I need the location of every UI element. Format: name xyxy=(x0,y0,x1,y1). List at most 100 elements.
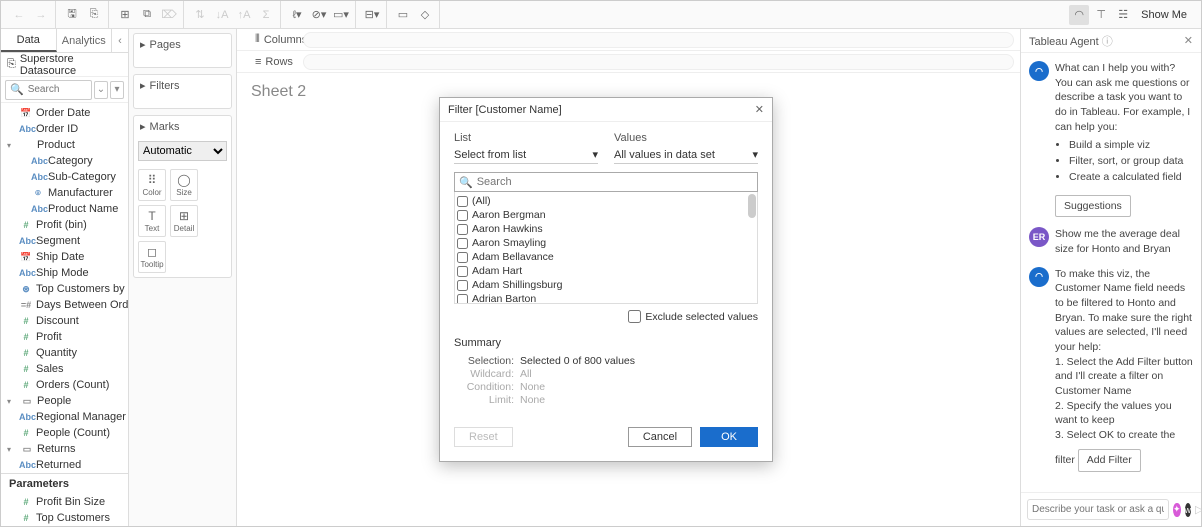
suggestions-button[interactable]: Suggestions xyxy=(1055,195,1131,218)
sort-desc-icon[interactable]: ↑A xyxy=(234,5,254,25)
highlight-icon[interactable]: ℓ▾ xyxy=(287,5,307,25)
data-guide-icon[interactable]: ⊤ xyxy=(1091,5,1111,25)
save-icon[interactable]: 🖫 xyxy=(62,5,82,25)
parameter-profit-bin-size[interactable]: #Profit Bin Size xyxy=(1,494,128,510)
swap-icon[interactable]: ⇅ xyxy=(190,5,210,25)
field-sales[interactable]: #Sales xyxy=(1,361,128,377)
group-icon[interactable]: ⊘▾ xyxy=(309,5,329,25)
bot-avatar: ◠ xyxy=(1029,61,1049,81)
datasource-row[interactable]: ⎘ Superstore Datasource xyxy=(1,53,128,77)
field-ship-date[interactable]: 📅Ship Date xyxy=(1,249,128,265)
list-mode-select[interactable]: Select from list▾ xyxy=(454,146,598,164)
mark-tooltip[interactable]: ◻Tooltip xyxy=(138,241,166,273)
agent-toggle-icon[interactable]: ◠ xyxy=(1069,5,1089,25)
pane-collapse-icon[interactable]: ‹ xyxy=(112,29,128,52)
exclude-checkbox[interactable] xyxy=(628,310,641,323)
rows-shelf[interactable] xyxy=(303,54,1014,70)
field-product[interactable]: ▾Product xyxy=(1,137,128,153)
duplicate-icon[interactable]: ⧉ xyxy=(137,5,157,25)
filter-checkbox[interactable] xyxy=(457,266,468,277)
field-people-count-[interactable]: #People (Count) xyxy=(1,425,128,441)
field-sub-category[interactable]: AbcSub-Category xyxy=(1,169,128,185)
new-datasource-icon[interactable]: ⎘ xyxy=(84,5,104,25)
back-icon[interactable]: ← xyxy=(9,5,29,25)
field-regional-manager[interactable]: AbcRegional Manager xyxy=(1,409,128,425)
values-mode-select[interactable]: All values in data set▾ xyxy=(614,146,758,164)
field-manufacturer[interactable]: ⌾Manufacturer xyxy=(1,185,128,201)
field-product-name[interactable]: AbcProduct Name xyxy=(1,201,128,217)
field-returns[interactable]: ▾▭Returns xyxy=(1,441,128,457)
field-days-between-orde-[interactable]: =#Days Between Orde… xyxy=(1,297,128,313)
filter-checkbox[interactable] xyxy=(457,210,468,221)
worksheet-format-icon[interactable]: ▭▾ xyxy=(331,5,351,25)
filter-checkbox[interactable] xyxy=(457,224,468,235)
mark-size[interactable]: ◯Size xyxy=(170,169,198,201)
tab-analytics[interactable]: Analytics xyxy=(57,29,113,52)
tab-data[interactable]: Data xyxy=(1,29,57,52)
totals-icon[interactable]: Σ xyxy=(256,5,276,25)
field-discount[interactable]: #Discount xyxy=(1,313,128,329)
show-me-button[interactable]: Show Me xyxy=(1135,9,1193,21)
field-quantity[interactable]: #Quantity xyxy=(1,345,128,361)
pages-shelf[interactable]: ▸Pages xyxy=(133,33,232,68)
filter-item[interactable]: Adam Hart xyxy=(457,264,755,278)
agent-input[interactable] xyxy=(1027,499,1169,520)
marks-type-select[interactable]: Automatic xyxy=(138,141,227,161)
parameter-top-customers[interactable]: #Top Customers xyxy=(1,510,128,526)
filter-checkbox[interactable] xyxy=(457,280,468,291)
field-profit-bin-[interactable]: #Profit (bin) xyxy=(1,217,128,233)
forward-icon[interactable]: → xyxy=(31,5,51,25)
mark-color[interactable]: ⠿Color xyxy=(138,169,166,201)
field-orders-count-[interactable]: #Orders (Count) xyxy=(1,377,128,393)
presentation-icon[interactable]: ▭ xyxy=(393,5,413,25)
search-options-icon[interactable]: ⌄ xyxy=(94,81,108,99)
info-icon[interactable]: ⓘ xyxy=(1102,36,1113,48)
close-icon[interactable]: ✕ xyxy=(755,103,764,116)
filter-item[interactable]: Aaron Smayling xyxy=(457,236,755,250)
filter-checkbox[interactable] xyxy=(457,252,468,263)
scrollbar-thumb[interactable] xyxy=(748,194,756,218)
close-icon[interactable]: ✕ xyxy=(1184,34,1193,47)
clear-icon[interactable]: ⌦ xyxy=(159,5,179,25)
send-icon[interactable]: w xyxy=(1185,503,1192,517)
field-profit[interactable]: #Profit xyxy=(1,329,128,345)
mark-text[interactable]: TText xyxy=(138,205,166,237)
ok-button[interactable]: OK xyxy=(700,427,758,447)
filter-item[interactable]: (All) xyxy=(457,194,755,208)
field-people[interactable]: ▾▭People xyxy=(1,393,128,409)
field-segment[interactable]: AbcSegment xyxy=(1,233,128,249)
search-dropdown-icon[interactable]: ▾ xyxy=(110,81,124,99)
filter-search-input[interactable] xyxy=(477,176,753,188)
filter-search[interactable]: 🔍 xyxy=(454,172,758,192)
field-order-date[interactable]: 📅Order Date xyxy=(1,105,128,121)
field-returned[interactable]: AbcReturned xyxy=(1,457,128,473)
filter-checkbox[interactable] xyxy=(457,238,468,249)
new-worksheet-icon[interactable]: ⊞ xyxy=(115,5,135,25)
filter-item[interactable]: Aaron Hawkins xyxy=(457,222,755,236)
field-top-customers-by-p-[interactable]: ⊛Top Customers by P… xyxy=(1,281,128,297)
field-category[interactable]: AbcCategory xyxy=(1,153,128,169)
fit-icon[interactable]: ⊟▾ xyxy=(362,5,382,25)
add-filter-button[interactable]: Add Filter xyxy=(1078,449,1141,472)
field-search[interactable]: 🔍 xyxy=(5,80,92,100)
sort-asc-icon[interactable]: ↓A xyxy=(212,5,232,25)
reset-button[interactable]: Reset xyxy=(454,427,513,447)
field-order-id[interactable]: AbcOrder ID xyxy=(1,121,128,137)
guide-icon[interactable]: ◇ xyxy=(415,5,435,25)
mark-detail[interactable]: ⊞Detail xyxy=(170,205,198,237)
filter-item[interactable]: Adam Shillingsburg xyxy=(457,278,755,292)
filter-item[interactable]: Adrian Barton xyxy=(457,292,755,304)
sparkle-icon[interactable]: ✦ xyxy=(1173,503,1181,517)
pin-icon[interactable]: ☵ xyxy=(1113,5,1133,25)
filter-item[interactable]: Adam Bellavance xyxy=(457,250,755,264)
filter-item[interactable]: Aaron Bergman xyxy=(457,208,755,222)
filter-checkbox[interactable] xyxy=(457,196,468,207)
submit-icon[interactable]: ▷ xyxy=(1195,503,1202,516)
field-ship-mode[interactable]: AbcShip Mode xyxy=(1,265,128,281)
field-search-input[interactable] xyxy=(28,84,87,95)
chevron-down-icon: ▾ xyxy=(752,148,758,161)
columns-shelf[interactable] xyxy=(303,32,1014,48)
filter-checkbox[interactable] xyxy=(457,294,468,305)
cancel-button[interactable]: Cancel xyxy=(628,427,692,447)
filters-shelf[interactable]: ▸Filters xyxy=(133,74,232,109)
